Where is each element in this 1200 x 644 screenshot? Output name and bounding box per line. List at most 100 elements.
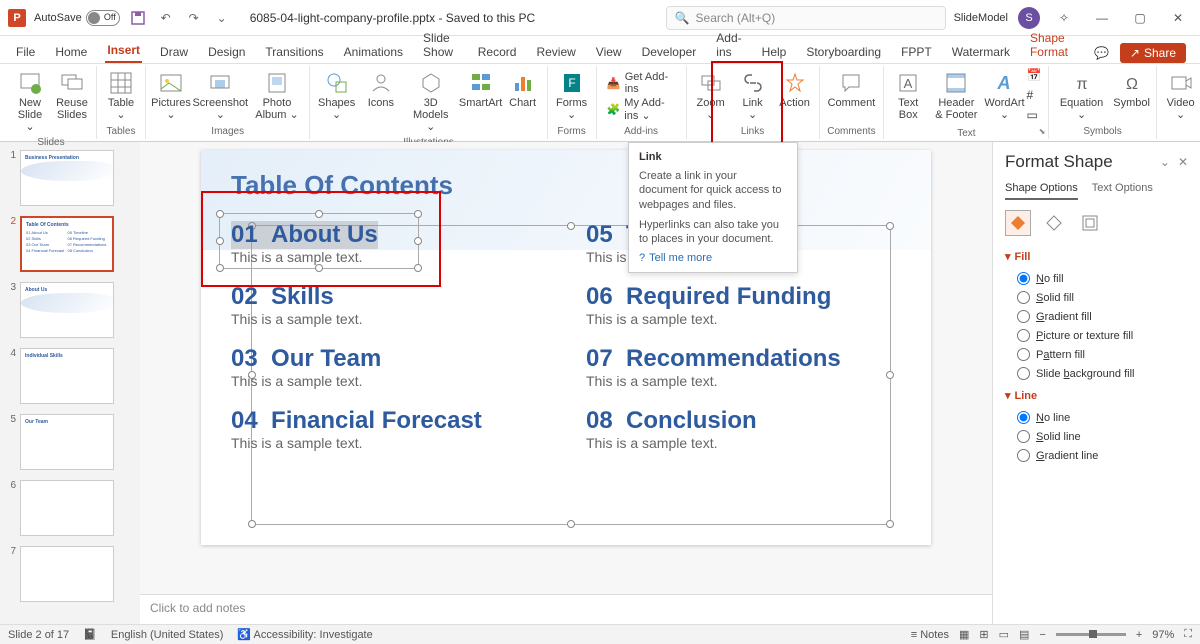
undo-icon[interactable]: ↶	[156, 8, 176, 28]
slide-number-icon[interactable]: #	[1026, 88, 1044, 106]
tab-shape-format[interactable]: Shape Format	[1028, 27, 1076, 63]
text-group-launcher-icon[interactable]: ⬊	[1039, 127, 1046, 136]
toc-item-1[interactable]: 01 About Us This is a sample text. ⟳	[231, 221, 546, 265]
toc-item-6[interactable]: 06 Required FundingThis is a sample text…	[586, 283, 901, 327]
notes-pane[interactable]: Click to add notes	[140, 594, 992, 624]
tab-design[interactable]: Design	[206, 41, 247, 63]
tab-developer[interactable]: Developer	[640, 41, 699, 63]
zoom-level[interactable]: 97%	[1152, 629, 1174, 641]
user-avatar[interactable]: S	[1018, 7, 1040, 29]
autosave-toggle[interactable]	[86, 10, 120, 26]
fill-opt-no-fill[interactable]: No fill	[1005, 269, 1188, 288]
zoom-button[interactable]: Zoom ⌄	[691, 68, 731, 123]
link-button[interactable]: Link ⌄	[733, 68, 773, 123]
3d-models-button[interactable]: 3D Models ⌄	[403, 68, 459, 135]
shape-options-tab[interactable]: Shape Options	[1005, 182, 1078, 200]
tab-home[interactable]: Home	[53, 41, 89, 63]
effects-icon[interactable]	[1041, 210, 1067, 236]
thumbnail-6[interactable]	[20, 480, 114, 536]
thumbnail-1[interactable]: Business Presentation	[20, 150, 114, 206]
fill-opt-solid[interactable]: Solid fill	[1005, 288, 1188, 307]
view-sorter-icon[interactable]: ⊞	[979, 628, 988, 641]
smartart-button[interactable]: SmartArt	[461, 68, 501, 111]
chart-button[interactable]: Chart	[503, 68, 543, 111]
share-button[interactable]: ↗Share	[1120, 43, 1186, 63]
tab-view[interactable]: View	[594, 41, 624, 63]
forms-button[interactable]: FForms ⌄	[552, 68, 592, 123]
zoom-in-button[interactable]: +	[1136, 629, 1142, 641]
tab-fppt[interactable]: FPPT	[899, 41, 934, 63]
fill-opt-slide-bg[interactable]: Slide background fill	[1005, 364, 1188, 383]
text-options-tab[interactable]: Text Options	[1092, 182, 1153, 200]
size-properties-icon[interactable]	[1077, 210, 1103, 236]
tab-draw[interactable]: Draw	[158, 41, 190, 63]
save-icon[interactable]	[128, 8, 148, 28]
wordart-button[interactable]: AWordArt ⌄	[984, 68, 1024, 123]
tab-review[interactable]: Review	[534, 41, 577, 63]
view-reading-icon[interactable]: ▭	[999, 628, 1009, 641]
zoom-out-button[interactable]: −	[1039, 629, 1045, 641]
object-icon[interactable]: ▭	[1026, 108, 1044, 126]
thumbnail-3[interactable]: About Us	[20, 282, 114, 338]
fill-line-icon[interactable]	[1005, 210, 1031, 236]
my-addins-button[interactable]: 🧩My Add-ins ⌄	[601, 97, 682, 121]
fit-to-window-icon[interactable]: ⛶	[1184, 628, 1192, 641]
minimize-button[interactable]: —	[1088, 4, 1116, 32]
line-opt-gradient[interactable]: Gradient line	[1005, 446, 1188, 465]
pictures-button[interactable]: Pictures ⌄	[150, 68, 192, 123]
tell-me-more-link[interactable]: ?Tell me more	[639, 252, 787, 264]
notes-toggle[interactable]: ≡ Notes	[911, 629, 949, 641]
tab-insert[interactable]: Insert	[105, 39, 142, 63]
autosave-control[interactable]: AutoSave	[34, 10, 120, 26]
screenshot-button[interactable]: Screenshot ⌄	[194, 68, 246, 123]
fill-section-header[interactable]: ▾Fill	[1005, 250, 1188, 263]
slide-thumbnails-panel[interactable]: 1Business Presentation 2Table Of Content…	[0, 142, 140, 624]
tab-watermark[interactable]: Watermark	[950, 41, 1012, 63]
toc-item-7[interactable]: 07 RecommendationsThis is a sample text.	[586, 345, 901, 389]
tab-addins[interactable]: Add-ins	[714, 27, 743, 63]
date-time-icon[interactable]: 📅	[1026, 68, 1044, 86]
fill-opt-picture[interactable]: Picture or texture fill	[1005, 326, 1188, 345]
zoom-slider[interactable]	[1056, 633, 1126, 636]
tab-storyboarding[interactable]: Storyboarding	[804, 41, 883, 63]
search-box[interactable]: 🔍 Search (Alt+Q)	[666, 6, 946, 30]
thumbnail-5[interactable]: Our Team	[20, 414, 114, 470]
line-opt-solid[interactable]: Solid line	[1005, 427, 1188, 446]
accessibility-status[interactable]: ♿ Accessibility: Investigate	[237, 628, 372, 641]
photo-album-button[interactable]: Photo Album ⌄	[249, 68, 306, 123]
reuse-slides-button[interactable]: Reuse Slides	[52, 68, 92, 123]
tab-file[interactable]: File	[14, 41, 37, 63]
tab-help[interactable]: Help	[760, 41, 789, 63]
equation-button[interactable]: πEquation ⌄	[1053, 68, 1109, 123]
symbol-button[interactable]: ΩSymbol	[1112, 68, 1152, 111]
qat-dropdown-icon[interactable]: ⌄	[212, 8, 232, 28]
view-slideshow-icon[interactable]: ▤	[1019, 628, 1029, 641]
redo-icon[interactable]: ↷	[184, 8, 204, 28]
maximize-button[interactable]: ▢	[1126, 4, 1154, 32]
slide-counter[interactable]: Slide 2 of 17	[8, 629, 69, 641]
comments-pane-icon[interactable]: 💬	[1092, 43, 1112, 63]
panel-close-icon[interactable]: ✕	[1178, 155, 1188, 169]
video-button[interactable]: Video ⌄	[1161, 68, 1200, 123]
slide-canvas[interactable]: Table Of Contents ⟳ 01 About Us This is …	[140, 142, 992, 594]
tab-animations[interactable]: Animations	[342, 41, 405, 63]
thumbnail-4[interactable]: Individual Skills	[20, 348, 114, 404]
toc-item-2[interactable]: 02 SkillsThis is a sample text.	[231, 283, 546, 327]
new-slide-button[interactable]: New Slide ⌄	[10, 68, 50, 135]
line-section-header[interactable]: ▾Line	[1005, 389, 1188, 402]
comment-button[interactable]: Comment	[824, 68, 880, 111]
panel-chevron-icon[interactable]: ⌄	[1160, 155, 1170, 169]
shapes-button[interactable]: Shapes ⌄	[314, 68, 358, 123]
text-box-button[interactable]: AText Box	[888, 68, 928, 123]
thumbnail-7[interactable]	[20, 546, 114, 602]
fill-opt-gradient[interactable]: Gradient fill	[1005, 307, 1188, 326]
icons-button[interactable]: Icons	[361, 68, 401, 111]
line-opt-no-line[interactable]: No line	[1005, 408, 1188, 427]
action-button[interactable]: Action	[775, 68, 815, 111]
table-button[interactable]: Table ⌄	[101, 68, 141, 123]
toc-item-3[interactable]: 03 Our TeamThis is a sample text.	[231, 345, 546, 389]
view-normal-icon[interactable]: ▦	[959, 628, 969, 641]
language-status[interactable]: English (United States)	[111, 629, 224, 641]
header-footer-button[interactable]: Header & Footer	[930, 68, 982, 123]
toc-item-4[interactable]: 04 Financial ForecastThis is a sample te…	[231, 407, 546, 451]
